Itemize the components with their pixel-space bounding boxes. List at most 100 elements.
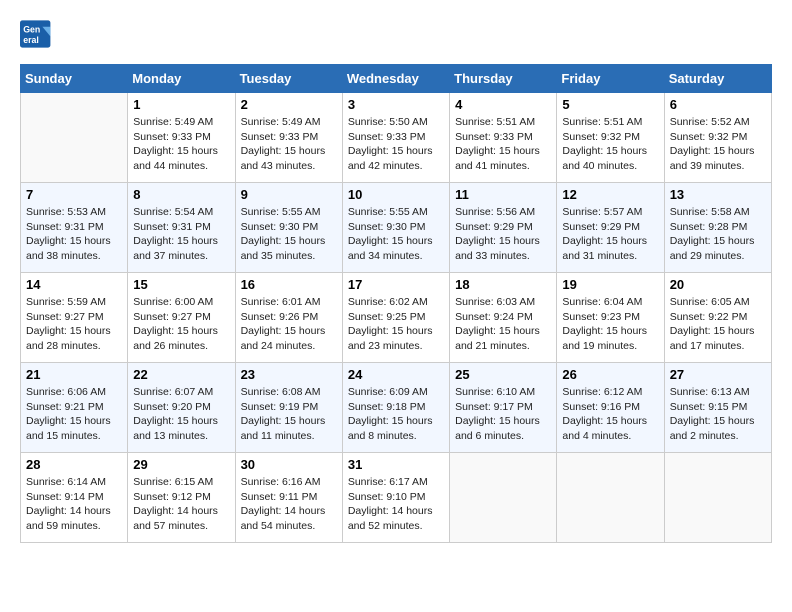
day-number: 30 [241,457,337,472]
svg-text:Gen: Gen [23,24,40,34]
calendar-cell: 22 Sunrise: 6:07 AMSunset: 9:20 PMDayligh… [128,363,235,453]
day-info: Sunrise: 6:02 AMSunset: 9:25 PMDaylight:… [348,295,444,354]
day-header: Friday [557,65,664,93]
day-info: Sunrise: 5:51 AMSunset: 9:32 PMDaylight:… [562,115,658,174]
day-info: Sunrise: 5:55 AMSunset: 9:30 PMDaylight:… [348,205,444,264]
day-number: 3 [348,97,444,112]
calendar-cell: 26 Sunrise: 6:12 AMSunset: 9:16 PMDayligh… [557,363,664,453]
day-header: Sunday [21,65,128,93]
day-header: Wednesday [342,65,449,93]
day-info: Sunrise: 6:17 AMSunset: 9:10 PMDaylight:… [348,475,444,534]
day-info: Sunrise: 6:00 AMSunset: 9:27 PMDaylight:… [133,295,229,354]
day-header: Tuesday [235,65,342,93]
day-number: 22 [133,367,229,382]
day-number: 17 [348,277,444,292]
day-number: 28 [26,457,122,472]
day-info: Sunrise: 6:08 AMSunset: 9:19 PMDaylight:… [241,385,337,444]
day-info: Sunrise: 5:58 AMSunset: 9:28 PMDaylight:… [670,205,766,264]
calendar-cell: 8 Sunrise: 5:54 AMSunset: 9:31 PMDaylight… [128,183,235,273]
calendar-cell: 10 Sunrise: 5:55 AMSunset: 9:30 PMDayligh… [342,183,449,273]
calendar-cell: 9 Sunrise: 5:55 AMSunset: 9:30 PMDaylight… [235,183,342,273]
day-number: 26 [562,367,658,382]
calendar-cell: 5 Sunrise: 5:51 AMSunset: 9:32 PMDaylight… [557,93,664,183]
day-info: Sunrise: 5:50 AMSunset: 9:33 PMDaylight:… [348,115,444,174]
day-number: 24 [348,367,444,382]
calendar-cell: 23 Sunrise: 6:08 AMSunset: 9:19 PMDayligh… [235,363,342,453]
day-info: Sunrise: 6:12 AMSunset: 9:16 PMDaylight:… [562,385,658,444]
logo: Gen eral [20,20,58,48]
day-info: Sunrise: 5:57 AMSunset: 9:29 PMDaylight:… [562,205,658,264]
day-number: 25 [455,367,551,382]
day-header: Thursday [450,65,557,93]
calendar-cell: 14 Sunrise: 5:59 AMSunset: 9:27 PMDayligh… [21,273,128,363]
day-info: Sunrise: 6:16 AMSunset: 9:11 PMDaylight:… [241,475,337,534]
calendar-cell: 20 Sunrise: 6:05 AMSunset: 9:22 PMDayligh… [664,273,771,363]
day-info: Sunrise: 5:53 AMSunset: 9:31 PMDaylight:… [26,205,122,264]
day-header: Monday [128,65,235,93]
day-info: Sunrise: 6:13 AMSunset: 9:15 PMDaylight:… [670,385,766,444]
day-number: 9 [241,187,337,202]
day-info: Sunrise: 5:56 AMSunset: 9:29 PMDaylight:… [455,205,551,264]
page-header: Gen eral [20,20,772,48]
calendar-table: SundayMondayTuesdayWednesdayThursdayFrid… [20,64,772,543]
day-info: Sunrise: 6:06 AMSunset: 9:21 PMDaylight:… [26,385,122,444]
day-number: 19 [562,277,658,292]
day-number: 7 [26,187,122,202]
calendar-cell: 31 Sunrise: 6:17 AMSunset: 9:10 PMDayligh… [342,453,449,543]
day-info: Sunrise: 6:14 AMSunset: 9:14 PMDaylight:… [26,475,122,534]
day-info: Sunrise: 5:55 AMSunset: 9:30 PMDaylight:… [241,205,337,264]
day-number: 23 [241,367,337,382]
calendar-cell: 27 Sunrise: 6:13 AMSunset: 9:15 PMDayligh… [664,363,771,453]
calendar-cell: 3 Sunrise: 5:50 AMSunset: 9:33 PMDaylight… [342,93,449,183]
day-info: Sunrise: 5:59 AMSunset: 9:27 PMDaylight:… [26,295,122,354]
calendar-cell [664,453,771,543]
day-number: 27 [670,367,766,382]
day-info: Sunrise: 5:51 AMSunset: 9:33 PMDaylight:… [455,115,551,174]
calendar-cell: 6Sunrise: 5:52 AMSunset: 9:32 PMDaylight… [664,93,771,183]
day-number: 1 [133,97,229,112]
calendar-cell: 18Sunrise: 6:03 AMSunset: 9:24 PMDayligh… [450,273,557,363]
day-info: Sunrise: 5:54 AMSunset: 9:31 PMDaylight:… [133,205,229,264]
day-number: 14 [26,277,122,292]
day-info: Sunrise: 5:49 AMSunset: 9:33 PMDaylight:… [133,115,229,174]
day-number: 2 [241,97,337,112]
calendar-cell: 15 Sunrise: 6:00 AMSunset: 9:27 PMDayligh… [128,273,235,363]
day-info: Sunrise: 6:15 AMSunset: 9:12 PMDaylight:… [133,475,229,534]
day-number: 20 [670,277,766,292]
day-info: Sunrise: 5:52 AMSunset: 9:32 PMDaylight:… [670,115,766,174]
day-number: 16 [241,277,337,292]
calendar-cell: 28 Sunrise: 6:14 AMSunset: 9:14 PMDayligh… [21,453,128,543]
day-number: 15 [133,277,229,292]
calendar-cell: 4 Sunrise: 5:51 AMSunset: 9:33 PMDaylight… [450,93,557,183]
calendar-cell: 7 Sunrise: 5:53 AMSunset: 9:31 PMDaylight… [21,183,128,273]
calendar-cell: 19 Sunrise: 6:04 AMSunset: 9:23 PMDayligh… [557,273,664,363]
day-number: 13 [670,187,766,202]
day-info: Sunrise: 6:07 AMSunset: 9:20 PMDaylight:… [133,385,229,444]
calendar-cell: 30 Sunrise: 6:16 AMSunset: 9:11 PMDayligh… [235,453,342,543]
day-number: 21 [26,367,122,382]
calendar-cell: 2 Sunrise: 5:49 AMSunset: 9:33 PMDaylight… [235,93,342,183]
day-info: Sunrise: 5:49 AMSunset: 9:33 PMDaylight:… [241,115,337,174]
day-info: Sunrise: 6:05 AMSunset: 9:22 PMDaylight:… [670,295,766,354]
day-number: 5 [562,97,658,112]
day-number: 11 [455,187,551,202]
day-info: Sunrise: 6:01 AMSunset: 9:26 PMDaylight:… [241,295,337,354]
calendar-cell: 24 Sunrise: 6:09 AMSunset: 9:18 PMDayligh… [342,363,449,453]
calendar-cell: 29Sunrise: 6:15 AMSunset: 9:12 PMDayligh… [128,453,235,543]
day-info: Sunrise: 6:04 AMSunset: 9:23 PMDaylight:… [562,295,658,354]
calendar-cell [21,93,128,183]
day-number: 4 [455,97,551,112]
calendar-cell [557,453,664,543]
day-info: Sunrise: 6:10 AMSunset: 9:17 PMDaylight:… [455,385,551,444]
logo-icon: Gen eral [20,20,52,48]
calendar-cell: 13 Sunrise: 5:58 AMSunset: 9:28 PMDayligh… [664,183,771,273]
calendar-cell: 21 Sunrise: 6:06 AMSunset: 9:21 PMDayligh… [21,363,128,453]
calendar-cell: 1 Sunrise: 5:49 AMSunset: 9:33 PMDaylight… [128,93,235,183]
day-number: 10 [348,187,444,202]
calendar-cell: 11 Sunrise: 5:56 AMSunset: 9:29 PMDayligh… [450,183,557,273]
day-number: 8 [133,187,229,202]
day-info: Sunrise: 6:09 AMSunset: 9:18 PMDaylight:… [348,385,444,444]
svg-text:eral: eral [23,35,39,45]
calendar-cell: 16 Sunrise: 6:01 AMSunset: 9:26 PMDayligh… [235,273,342,363]
day-number: 31 [348,457,444,472]
